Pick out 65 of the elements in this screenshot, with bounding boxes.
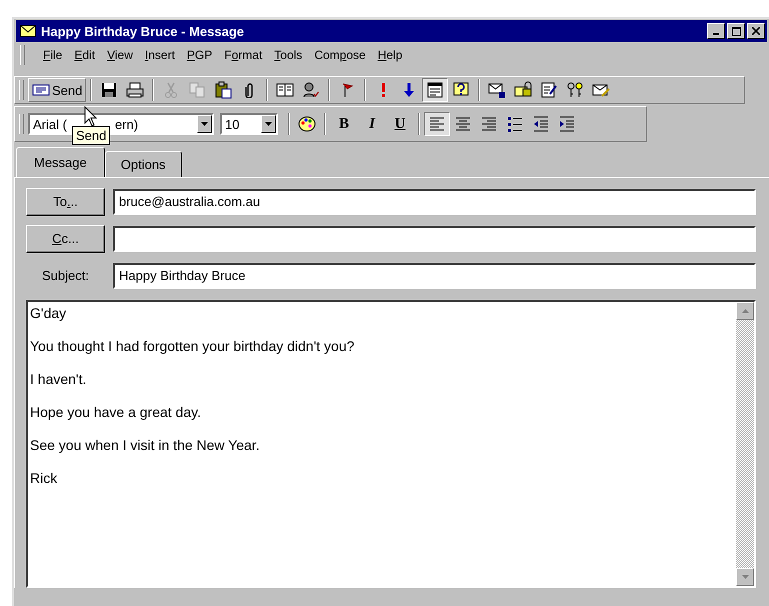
message-body[interactable]: G'day You thought I had forgotten your birthday didn't you? I haven't. Hope you have a great day. See you when I visit in the New Year. Rick bbox=[26, 300, 756, 588]
tab[interactable]: Message bbox=[16, 147, 105, 177]
window-title: Happy Birthday Bruce - Message bbox=[41, 24, 246, 38]
menu-item[interactable]: Edit bbox=[68, 48, 102, 62]
menu-item[interactable]: File bbox=[37, 48, 68, 62]
subject-label: Subject: bbox=[41, 268, 90, 283]
bold-button[interactable]: B bbox=[330, 112, 358, 136]
menu-item[interactable]: Format bbox=[218, 48, 268, 62]
copy-icon bbox=[188, 81, 206, 99]
subject-field[interactable]: Happy Birthday Bruce bbox=[113, 262, 756, 288]
bullet-list-icon bbox=[506, 115, 524, 133]
palette-icon bbox=[298, 115, 316, 133]
options-button[interactable] bbox=[422, 78, 448, 102]
cc-field[interactable] bbox=[113, 226, 756, 252]
lock-icon bbox=[514, 81, 532, 99]
message-line: I haven't. bbox=[30, 370, 88, 388]
outdent-icon bbox=[532, 115, 550, 133]
tab[interactable]: Options bbox=[104, 151, 182, 177]
close-button[interactable] bbox=[747, 23, 765, 39]
tooltip: Send bbox=[72, 126, 110, 145]
menu-item[interactable]: Tools bbox=[268, 48, 308, 62]
menu-item[interactable]: PGP bbox=[180, 48, 218, 62]
person-tick-icon bbox=[302, 81, 320, 99]
align-center-icon bbox=[454, 115, 472, 133]
font-name: ern) bbox=[114, 116, 138, 132]
close-icon bbox=[752, 27, 760, 35]
printer-icon bbox=[126, 81, 144, 99]
message-line: See you when I visit in the New Year. bbox=[30, 436, 261, 454]
indent-icon bbox=[558, 115, 576, 133]
scroll-up-button[interactable] bbox=[736, 302, 754, 320]
pencil-page-icon bbox=[540, 81, 558, 99]
maximize-button[interactable] bbox=[727, 23, 745, 39]
cc-button[interactable]: Cc... bbox=[26, 224, 105, 252]
message-line: G'day bbox=[30, 304, 68, 322]
scroll-down-button[interactable] bbox=[736, 568, 754, 586]
up-arrow-icon bbox=[742, 309, 748, 313]
menu-item[interactable]: Insert bbox=[138, 48, 181, 62]
menu-item[interactable]: Compose bbox=[308, 48, 372, 62]
key-icon bbox=[566, 81, 584, 99]
align-left-icon bbox=[428, 115, 446, 133]
message-line: You thought I had forgotten your birthday didn't you? bbox=[30, 337, 356, 355]
align-left-button[interactable] bbox=[424, 112, 450, 136]
scrollbar[interactable] bbox=[736, 302, 754, 586]
underline-button[interactable]: U bbox=[386, 112, 414, 136]
message-line: Rick bbox=[30, 469, 58, 487]
to-button[interactable]: To... bbox=[26, 188, 105, 216]
down-arrow-icon bbox=[742, 575, 748, 579]
font-name: Arial ( bbox=[33, 116, 67, 132]
document-icon bbox=[426, 81, 444, 99]
book-icon bbox=[276, 81, 294, 99]
maximize-icon bbox=[732, 26, 740, 36]
italic-button[interactable]: I bbox=[358, 112, 386, 136]
message-line: Hope you have a great day. bbox=[30, 403, 202, 421]
menu-item[interactable]: Help bbox=[372, 48, 408, 62]
envelope-icon bbox=[20, 25, 36, 37]
font-size-dropdown[interactable]: 10 bbox=[220, 113, 278, 135]
envelope-lock-icon bbox=[488, 81, 506, 99]
clipboard-icon bbox=[214, 81, 232, 99]
paperclip-icon bbox=[244, 82, 254, 98]
send-button[interactable]: Send bbox=[28, 78, 86, 102]
align-right-icon bbox=[480, 115, 498, 133]
menu-item[interactable]: View bbox=[101, 48, 139, 62]
to-field[interactable]: bruce@australia.com.au bbox=[113, 188, 756, 214]
exclamation-icon bbox=[382, 83, 385, 97]
minimize-button[interactable] bbox=[707, 23, 725, 39]
